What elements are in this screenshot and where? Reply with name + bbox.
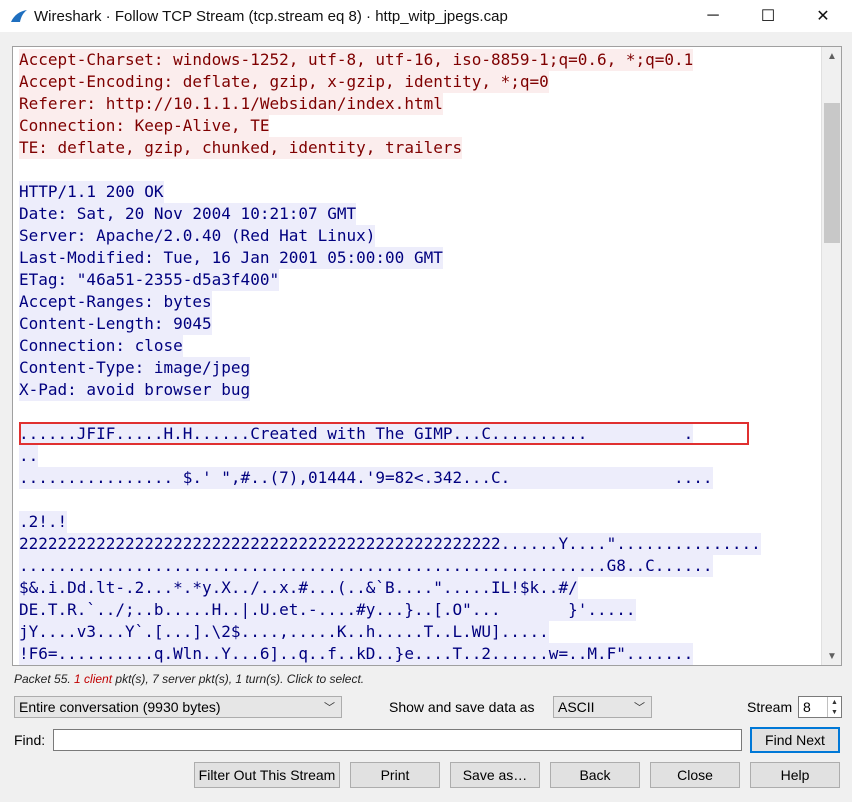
stream-line-text: 2222222222222222222222222222222222222222…: [19, 533, 761, 555]
packet-status-text: Packet 55. 1 client pkt(s), 7 server pkt…: [14, 672, 364, 686]
close-button[interactable]: Close: [650, 762, 740, 788]
minimize-button[interactable]: ─: [690, 0, 736, 32]
stream-line-text: !F6=..........q.Wln..Y...6]..q..f..kD..}…: [19, 643, 694, 665]
status-prefix: Packet 55.: [14, 672, 75, 686]
stream-line-server[interactable]: !F6=..........q.Wln..Y...6]..q..f..kD..}…: [19, 643, 819, 665]
stream-line-server[interactable]: ......JFIF.....H.H......Created with The…: [19, 423, 819, 445]
status-suffix: pkt(s), 7 server pkt(s), 1 turn(s). Clic…: [112, 672, 365, 686]
format-select[interactable]: ASCII ﹀: [553, 696, 652, 718]
stream-line-text: Last-Modified: Tue, 16 Jan 2001 05:00:00…: [19, 247, 443, 269]
stream-line-server[interactable]: Accept-Ranges: bytes: [19, 291, 819, 313]
stream-line-server[interactable]: 2222222222222222222222222222222222222222…: [19, 533, 819, 555]
conversation-select-value: Entire conversation (9930 bytes): [19, 699, 221, 715]
spin-down-icon[interactable]: ▼: [831, 709, 838, 716]
stream-line-text: Referer: http://10.1.1.1/Websidan/index.…: [19, 93, 443, 115]
stream-line-client[interactable]: Referer: http://10.1.1.1/Websidan/index.…: [19, 93, 819, 115]
conversation-select[interactable]: Entire conversation (9930 bytes) ﹀: [14, 696, 342, 718]
stream-line-text: X-Pad: avoid browser bug: [19, 379, 251, 401]
stream-line-text: Connection: Keep-Alive, TE: [19, 115, 270, 137]
stream-line-client[interactable]: Accept-Charset: windows-1252, utf-8, utf…: [19, 49, 819, 71]
stream-line-server[interactable]: DE.T.R.`../;..b.....H..|.U.et.-....#y...…: [19, 599, 819, 621]
stream-line-server[interactable]: jY....v3...Y`.[...].\2$....,.....K..h...…: [19, 621, 819, 643]
stream-line-text: ........................................…: [19, 555, 713, 577]
stream-blank-line[interactable]: [19, 401, 819, 423]
stream-line-server[interactable]: ................ $.' ",#..(7),01444.'9=8…: [19, 467, 819, 489]
stream-line-server[interactable]: Last-Modified: Tue, 16 Jan 2001 05:00:00…: [19, 247, 819, 269]
stream-line-server[interactable]: Date: Sat, 20 Nov 2004 10:21:07 GMT: [19, 203, 819, 225]
stream-line-server[interactable]: ETag: "46a51-2355-d5a3f400": [19, 269, 819, 291]
stream-label: Stream: [747, 699, 793, 715]
stream-line-text: ................ $.' ",#..(7),01444.'9=8…: [19, 467, 713, 489]
stream-number-value: 8: [803, 699, 811, 715]
find-next-button[interactable]: Find Next: [750, 727, 840, 753]
chevron-down-icon: ﹀: [634, 702, 645, 714]
close-window-button[interactable]: ✕: [800, 0, 846, 32]
stream-line-server[interactable]: Content-Type: image/jpeg: [19, 357, 819, 379]
window-title: Wireshark · Follow TCP Stream (tcp.strea…: [34, 7, 508, 25]
stream-line-server[interactable]: Content-Length: 9045: [19, 313, 819, 335]
format-select-value: ASCII: [558, 699, 595, 715]
back-button[interactable]: Back: [550, 762, 640, 788]
scroll-down-arrow-icon[interactable]: ▼: [822, 647, 841, 665]
find-input[interactable]: [53, 729, 742, 751]
stream-line-server[interactable]: X-Pad: avoid browser bug: [19, 379, 819, 401]
stream-line-text: $&.i.Dd.lt-.2...*.*y.X../..x.#...(..&`B.…: [19, 577, 578, 599]
stream-line-client[interactable]: TE: deflate, gzip, chunked, identity, tr…: [19, 137, 819, 159]
status-client-count[interactable]: 1 client: [74, 672, 112, 686]
stream-line-server[interactable]: ........................................…: [19, 555, 819, 577]
find-label: Find:: [14, 732, 46, 748]
stream-line-server[interactable]: Server: Apache/2.0.40 (Red Hat Linux): [19, 225, 819, 247]
stream-line-client[interactable]: Connection: Keep-Alive, TE: [19, 115, 819, 137]
vertical-scrollbar[interactable]: ▲ ▼: [821, 47, 841, 665]
show-save-label: Show and save data as: [389, 699, 535, 715]
stream-line-server[interactable]: HTTP/1.1 200 OK: [19, 181, 819, 203]
scroll-up-arrow-icon[interactable]: ▲: [822, 47, 841, 65]
stream-blank-line[interactable]: [19, 159, 819, 181]
stream-line-server[interactable]: $&.i.Dd.lt-.2...*.*y.X../..x.#...(..&`B.…: [19, 577, 819, 599]
print-button[interactable]: Print: [350, 762, 440, 788]
wireshark-fin-icon: [10, 9, 28, 23]
stream-line-text: jY....v3...Y`.[...].\2$....,.....K..h...…: [19, 621, 549, 643]
stream-line-text: ETag: "46a51-2355-d5a3f400": [19, 269, 280, 291]
stream-line-text: Connection: close: [19, 335, 183, 357]
stream-line-text: Server: Apache/2.0.40 (Red Hat Linux): [19, 225, 376, 247]
stream-line-text: Content-Type: image/jpeg: [19, 357, 251, 379]
maximize-button[interactable]: ☐: [745, 0, 791, 32]
chevron-down-icon: ﹀: [324, 702, 335, 714]
filter-out-stream-button[interactable]: Filter Out This Stream: [194, 762, 340, 788]
stream-content[interactable]: Accept-Charset: windows-1252, utf-8, utf…: [19, 49, 819, 665]
help-button[interactable]: Help: [750, 762, 840, 788]
stream-number-spinbox[interactable]: 8 ▲ ▼: [798, 696, 842, 718]
stream-line-text: Accept-Encoding: deflate, gzip, x-gzip, …: [19, 71, 549, 93]
scrollbar-thumb[interactable]: [824, 103, 840, 243]
stream-line-text: DE.T.R.`../;..b.....H..|.U.et.-....#y...…: [19, 599, 636, 621]
stream-line-text: HTTP/1.1 200 OK: [19, 181, 164, 203]
stream-line-server[interactable]: .2!.!: [19, 511, 819, 533]
stream-line-server[interactable]: Connection: close: [19, 335, 819, 357]
stream-line-text: Date: Sat, 20 Nov 2004 10:21:07 GMT: [19, 203, 357, 225]
save-as-button[interactable]: Save as…: [450, 762, 540, 788]
stream-line-text: ..: [19, 445, 39, 467]
stream-text-view[interactable]: Accept-Charset: windows-1252, utf-8, utf…: [12, 46, 842, 666]
stream-line-client[interactable]: Accept-Encoding: deflate, gzip, x-gzip, …: [19, 71, 819, 93]
stream-line-text: Accept-Ranges: bytes: [19, 291, 212, 313]
stream-line-server[interactable]: ..: [19, 445, 819, 467]
stream-line-text: .2!.!: [19, 511, 68, 533]
stream-line-text: Content-Length: 9045: [19, 313, 212, 335]
spin-up-icon[interactable]: ▲: [831, 699, 838, 706]
stream-blank-line[interactable]: [19, 489, 819, 511]
stream-line-text: Accept-Charset: windows-1252, utf-8, utf…: [19, 49, 694, 71]
stream-line-text: ......JFIF.....H.H......Created with The…: [19, 423, 694, 445]
stream-line-text: TE: deflate, gzip, chunked, identity, tr…: [19, 137, 463, 159]
